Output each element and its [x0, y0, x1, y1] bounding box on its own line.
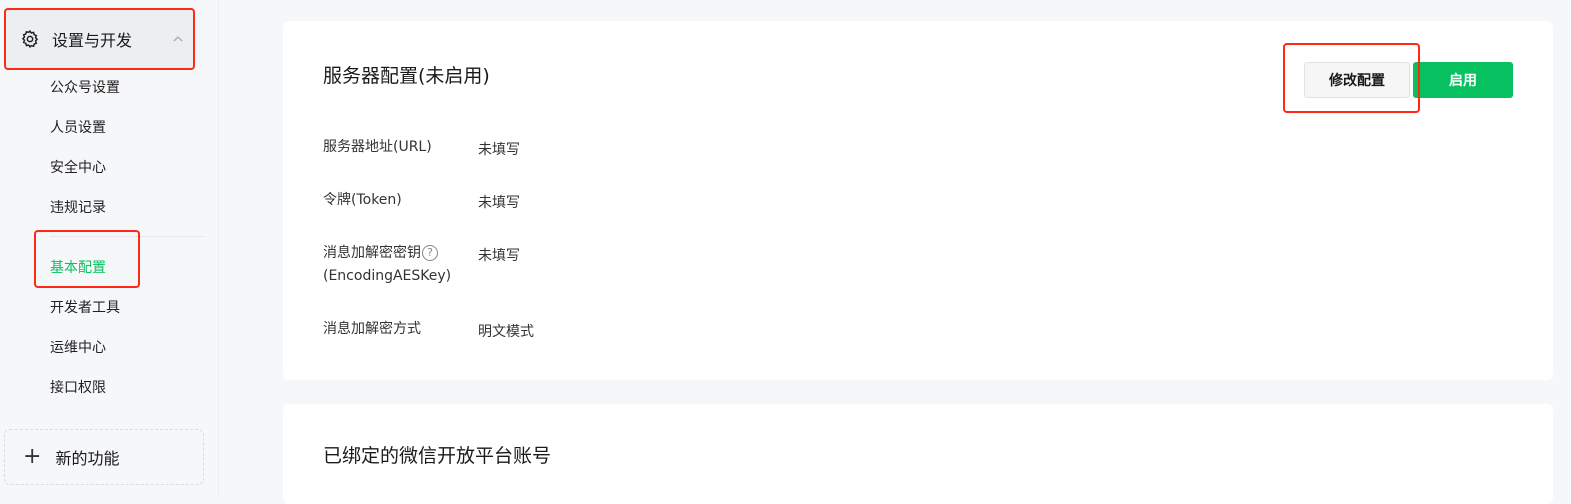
sidebar-item-security-center[interactable]: 安全中心 [50, 157, 106, 177]
sidebar-item-api-permissions[interactable]: 接口权限 [50, 377, 106, 397]
sidebar-item-ops-center[interactable]: 运维中心 [50, 337, 106, 357]
bound-accounts-title: 已绑定的微信开放平台账号 [323, 445, 552, 467]
annotation-box-settings-dev [4, 8, 195, 70]
field-value-url: 未填写 [478, 142, 520, 158]
field-label-aes-key: 消息加解密密钥? (EncodingAESKey) [323, 242, 451, 288]
plus-icon: + [23, 444, 42, 469]
field-label-token: 令牌(Token) [323, 192, 402, 208]
server-config-title: 服务器配置(未启用) [323, 65, 490, 87]
help-icon[interactable]: ? [422, 245, 438, 261]
bound-accounts-card: 已绑定的微信开放平台账号 [283, 404, 1553, 504]
field-value-aes-key: 未填写 [478, 248, 520, 264]
field-value-encryption-mode: 明文模式 [478, 324, 534, 340]
new-feature-label: 新的功能 [55, 449, 120, 468]
sidebar-item-violation-records[interactable]: 违规记录 [50, 197, 106, 217]
field-label-aes-key-line2: (EncodingAESKey) [323, 268, 452, 284]
sidebar-item-account-settings[interactable]: 公众号设置 [50, 77, 120, 97]
sidebar-border [218, 0, 219, 497]
field-label-url: 服务器地址(URL) [323, 139, 432, 155]
field-label-encryption-mode: 消息加解密方式 [323, 321, 421, 337]
new-feature-button[interactable]: + 新的功能 [4, 429, 204, 485]
annotation-box-basic-config [34, 230, 140, 288]
sidebar-item-developer-tools[interactable]: 开发者工具 [50, 297, 120, 317]
field-label-aes-key-line1: 消息加解密密钥 [323, 245, 421, 261]
annotation-box-edit-config [1283, 43, 1420, 113]
sidebar-item-personnel-settings[interactable]: 人员设置 [50, 117, 106, 137]
enable-button[interactable]: 启用 [1413, 62, 1513, 98]
field-value-token: 未填写 [478, 195, 520, 211]
